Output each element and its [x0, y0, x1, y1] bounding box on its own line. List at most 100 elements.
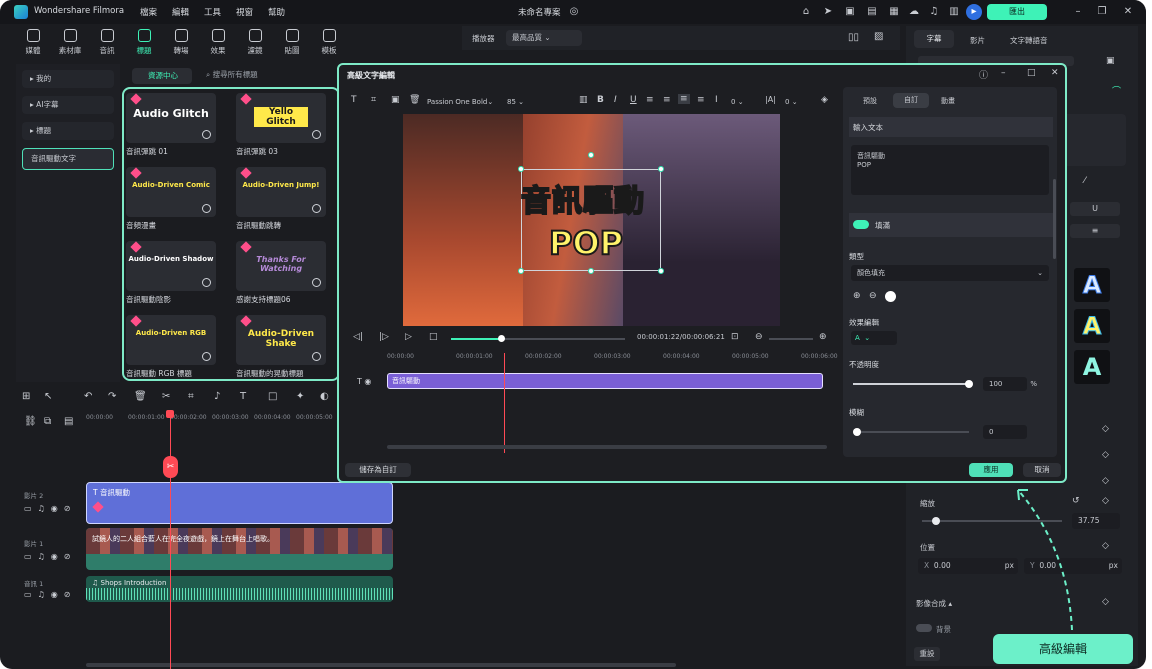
title-card[interactable]: Thanks For Watching [236, 241, 326, 291]
dialog-playhead[interactable] [504, 353, 505, 453]
download-icon[interactable] [202, 130, 211, 139]
line-spacing-input[interactable]: 0 ⌄ [731, 95, 759, 109]
menu-edit[interactable]: 編輯 [172, 6, 189, 18]
download-icon[interactable] [202, 204, 211, 213]
keyframe-icon[interactable]: ◇ [1102, 424, 1109, 434]
title-card[interactable]: Audio-Driven RGB [126, 315, 216, 365]
compare-icon[interactable]: ▯▯ [848, 32, 859, 43]
progress-bar[interactable] [451, 335, 625, 342]
split-marker-icon[interactable]: ✂ [163, 456, 178, 478]
toolbar-effects[interactable]: 效果 [201, 26, 235, 60]
quality-select[interactable]: 最高品質 ⌄ [506, 30, 582, 46]
preset-a-yellow[interactable]: A [1074, 309, 1110, 343]
underline-button[interactable]: U [630, 95, 637, 105]
download-icon[interactable] [312, 278, 321, 287]
layout-icon[interactable]: ⊞ [22, 391, 30, 402]
font-size-select[interactable]: 85 ⌄ [507, 95, 535, 109]
save-preset-icon[interactable]: ▣ [1106, 56, 1115, 66]
video-clip[interactable]: 試鏡人的二人組合藍人在完全夜遊戲，鏡上在舞台上唱歌。 [86, 528, 393, 570]
align-center-icon[interactable]: ≡ [663, 95, 671, 105]
nav-mine[interactable]: ▸ 我的 [22, 70, 114, 88]
delete-icon[interactable]: 🗑 [409, 95, 420, 105]
title-card[interactable]: Yello Glitch [236, 93, 326, 143]
playhead[interactable] [170, 414, 171, 669]
media-icon[interactable]: ▣ [842, 4, 858, 20]
snapshot-icon[interactable]: ▨ [874, 31, 883, 42]
tab-tts[interactable]: 文字轉語音 [1010, 35, 1048, 46]
effect-icon[interactable]: ✦ [296, 391, 304, 402]
toolbar-template[interactable]: 模板 [312, 26, 346, 60]
fill-toggle[interactable] [853, 220, 869, 229]
layout-icon[interactable]: ▥ [946, 4, 962, 20]
dialog-maximize-icon[interactable]: □ [1027, 68, 1036, 78]
title-clip[interactable]: T 音訊驅動 [86, 482, 393, 524]
playhead-head[interactable] [166, 410, 174, 418]
blur-input[interactable]: 0 [983, 425, 1027, 439]
redo-icon[interactable]: ↷ [108, 391, 116, 402]
zoom-out-icon[interactable]: ⊖ [755, 332, 763, 342]
audio-clip[interactable]: ♫ Shops Introduction [86, 576, 393, 602]
tab-animation[interactable]: 動畫 [941, 96, 955, 106]
blur-slider[interactable] [853, 428, 969, 436]
tab-resource-center[interactable]: 資源中心 [132, 68, 192, 84]
blur-knob[interactable] [853, 428, 861, 436]
split-icon[interactable]: ✂ [162, 391, 170, 402]
position-x-input[interactable]: X 0.00 px [918, 558, 1018, 574]
effect-select[interactable]: A ⌄ [851, 331, 897, 345]
transform-icon[interactable]: ⌗ [371, 95, 376, 105]
crop-icon[interactable]: ⌗ [188, 391, 194, 402]
tab-custom[interactable]: 自訂 [893, 93, 929, 108]
delete-icon[interactable]: 🗑 [134, 391, 147, 402]
menu-tools[interactable]: 工具 [204, 6, 221, 18]
title-card[interactable]: Audio-Driven Comic [126, 167, 216, 217]
frame-icon[interactable]: □ [268, 391, 277, 402]
opacity-input[interactable]: 100% [983, 377, 1037, 391]
play-icon[interactable]: ▷ [405, 332, 412, 342]
next-frame-icon[interactable]: |▷ [379, 332, 389, 342]
download-icon[interactable] [202, 352, 211, 361]
advanced-edit-button[interactable]: 高級編輯 [993, 634, 1133, 664]
toolbar-filter[interactable]: 濾鏡 [238, 26, 272, 60]
resize-handle[interactable] [588, 268, 594, 274]
nav-ai-subtitle[interactable]: ▸ AI字幕 [22, 96, 114, 114]
title-card[interactable]: Audio-Driven Jump! [236, 167, 326, 217]
bold-button[interactable]: B [597, 95, 604, 105]
toolbar-store[interactable]: 素材庫 [53, 26, 87, 60]
align-left-icon[interactable]: ≡ [646, 95, 654, 105]
opacity-slider[interactable] [853, 380, 973, 388]
zoom-slider[interactable] [769, 338, 813, 340]
select-tool-icon[interactable]: ↖ [44, 391, 52, 402]
keyframe-icon[interactable]: ◇ [1102, 476, 1109, 486]
letter-spacing-icon[interactable]: |A| [765, 95, 776, 104]
export-button[interactable]: 匯出 [987, 4, 1047, 20]
apply-button[interactable]: 應用 [969, 463, 1013, 477]
keyframe-icon[interactable]: ◇ [1102, 450, 1109, 460]
align-button[interactable]: ≡ [1070, 224, 1120, 238]
color-swatch[interactable] [885, 291, 896, 302]
download-icon[interactable] [312, 352, 321, 361]
restore-icon[interactable]: ❐ [1094, 4, 1110, 20]
toolbar-title[interactable]: 標題 [127, 26, 161, 60]
toolbar-music[interactable]: 音訊 [90, 26, 124, 60]
add-track-icon[interactable]: ⧉ [44, 416, 51, 427]
title-card[interactable]: Audio Glitch [126, 93, 216, 143]
aspect-icon[interactable]: ⊡ [731, 332, 739, 342]
dialog-close-icon[interactable]: ✕ [1051, 68, 1059, 78]
send-icon[interactable]: ➤ [820, 4, 836, 20]
scale-slider-knob[interactable] [932, 517, 940, 525]
opacity-knob[interactable] [965, 380, 973, 388]
cloud-icon[interactable]: ☁ [906, 4, 922, 20]
tab-video[interactable]: 影片 [970, 35, 985, 46]
dialog-minimize-icon[interactable]: – [1001, 68, 1006, 78]
progress-knob[interactable] [498, 335, 505, 342]
download-icon[interactable] [312, 204, 321, 213]
download-icon[interactable] [202, 278, 211, 287]
add-color-icon[interactable]: ⊕ [853, 291, 861, 301]
dialog-scrollbar[interactable] [387, 445, 827, 449]
zoom-in-icon[interactable]: ⊕ [819, 332, 827, 342]
title-card[interactable]: Audio-Driven Shadow [126, 241, 216, 291]
download-icon[interactable] [312, 130, 321, 139]
cancel-button[interactable]: 取消 [1023, 463, 1061, 477]
menu-file[interactable]: 檔案 [140, 6, 157, 18]
resize-handle[interactable] [658, 268, 664, 274]
